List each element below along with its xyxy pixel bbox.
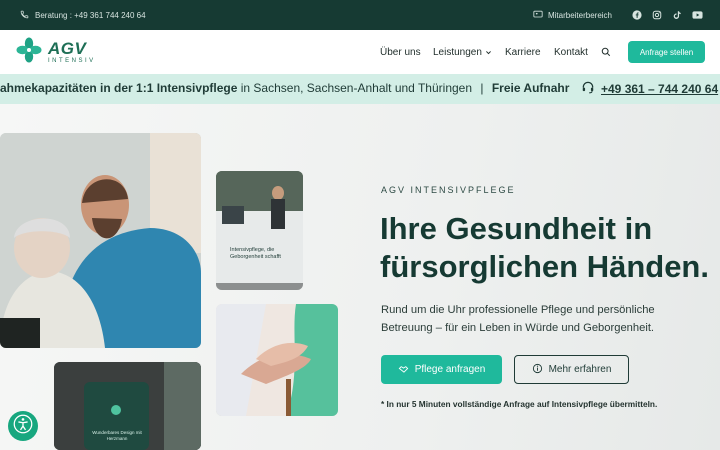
nav-item-leistungen[interactable]: Leistungen	[433, 30, 492, 74]
info-icon	[532, 363, 543, 377]
hero-eyebrow: AGV INTENSIVPFLEGE	[381, 185, 516, 195]
accessibility-icon	[13, 414, 33, 439]
phone-screen-text: Wunderbares Design mit Herzmann	[92, 430, 142, 441]
logo[interactable]: AGV INTENSIV	[16, 37, 96, 68]
staff-area-link[interactable]: Mitarbeiterbereich	[533, 10, 612, 21]
clover-logo-icon	[16, 37, 42, 68]
ticker-phone-link[interactable]: +49 361 – 744 240 64	[581, 80, 719, 97]
phone-icon	[20, 10, 29, 21]
logo-wordmark: AGV	[48, 39, 87, 58]
care-van-photo: Intensivpflege, die Geborgenheit schafft	[216, 171, 303, 290]
youtube-icon[interactable]	[692, 10, 703, 20]
phone-text: Beratung : +49 361 744 240 64	[35, 10, 146, 20]
hero-lead-text: Rund um die Uhr professionelle Pflege un…	[381, 304, 655, 334]
search-icon[interactable]	[601, 30, 611, 74]
ticker-phone-number: +49 361 – 744 240 64	[601, 81, 719, 96]
accessibility-button[interactable]	[8, 411, 38, 441]
chevron-down-icon	[485, 49, 492, 56]
ticker-bar: ahmekapazitäten in der 1:1 Intensivpfleg…	[0, 74, 720, 104]
phone-contact[interactable]: Beratung : +49 361 744 240 64	[20, 0, 146, 30]
nav-item-ueber-uns[interactable]: Über uns	[380, 30, 421, 74]
tiktok-icon[interactable]	[672, 10, 682, 20]
instagram-icon[interactable]	[652, 10, 662, 20]
nav-item-karriere[interactable]: Karriere	[505, 30, 541, 74]
logo-subtitle: INTENSIV	[48, 58, 96, 64]
nav-item-kontakt[interactable]: Kontakt	[554, 30, 588, 74]
staff-link-label: Mitarbeiterbereich	[547, 10, 612, 20]
van-slogan: Intensivpflege, die Geborgenheit schafft	[230, 247, 281, 260]
request-button[interactable]: Anfrage stellen	[628, 41, 705, 63]
headset-icon	[581, 80, 595, 97]
nurse-with-patient-photo	[0, 133, 201, 348]
staff-icon	[533, 10, 543, 21]
facebook-icon[interactable]	[632, 10, 642, 20]
app-promo-photo: Wunderbares Design mit Herzmann	[54, 362, 201, 450]
top-bar: Beratung : +49 361 744 240 64 Mitarbeite…	[0, 0, 720, 30]
learn-more-button[interactable]: Mehr erfahren	[514, 355, 629, 384]
holding-hands-photo	[216, 304, 338, 416]
ticker-text: ahmekapazitäten in der 1:1 Intensivpfleg…	[0, 81, 570, 95]
hero-footnote: * In nur 5 Minuten vollständige Anfrage …	[381, 399, 658, 409]
hero-section: Intensivpflege, die Geborgenheit schafft…	[0, 104, 720, 450]
care-request-button[interactable]: Pflege anfragen	[381, 355, 502, 384]
main-navigation: AGV INTENSIV Über uns Leistungen Karrier…	[0, 30, 720, 74]
hero-heading: Ihre Gesundheit in fürsorglichen Händen.	[380, 211, 709, 284]
handshake-icon	[398, 363, 409, 377]
